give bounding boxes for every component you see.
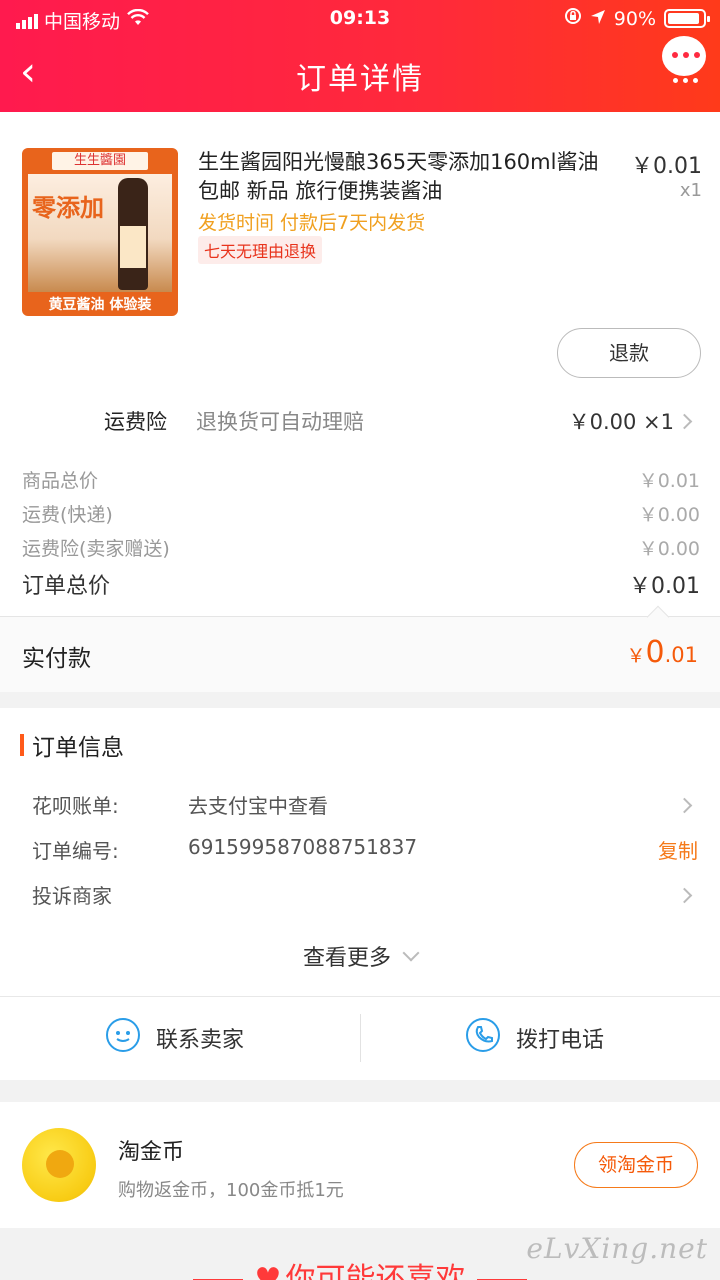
chevron-right-icon [676,797,693,814]
paid-row: 实付款 ￥0.01 [0,616,720,692]
thumb-headline: 零添加 [32,194,104,222]
product-price: ￥0.01 [631,154,702,179]
call-phone-button[interactable]: 拨打电话 [360,996,720,1080]
header-bar: 中国移动 09:13 90% ‹ 订单详情 [0,0,720,112]
order-total-amount: ￥0.01 [629,574,700,599]
paid-amount: ￥0.01 [626,635,698,670]
summary-row: 运费(快递) ￥0.00 [22,504,700,526]
insurance-desc: 退换货可自动理赔 [196,410,364,434]
chevron-right-icon [676,413,693,430]
summary-row: 运费险(卖家赠送) ￥0.00 [22,538,700,560]
order-info-card: 订单信息 花呗账单: 去支付宝中查看 订单编号: 691599587088751… [0,708,720,1080]
complain-seller-row[interactable]: 投诉商家 [32,880,700,912]
product-image[interactable]: 生生醬園 零添加 黄豆酱油 体验装 [22,148,178,316]
heart-icon: ♥ [254,1262,282,1280]
chat-bubble-icon[interactable] [662,36,706,76]
watermark: eLvXing.net [526,1232,708,1265]
battery-icon [664,9,710,28]
location-icon [590,8,606,30]
huabei-bill-row[interactable]: 花呗账单: 去支付宝中查看 [32,790,700,822]
thumb-brand: 生生醬園 [52,152,148,170]
summary-row: 商品总价 ￥0.01 [22,470,700,492]
rotation-lock-icon [564,7,582,30]
chevron-right-icon [676,887,693,904]
order-info-title: 订单信息 [32,735,124,761]
order-number: 691599587088751837 [188,835,418,859]
contact-seller-button[interactable]: 联系卖家 [0,996,360,1080]
coin-title: 淘金币 [118,1140,185,1165]
taojinbi-card: 淘金币 购物返金币，100金币抵1元 领淘金币 [0,1102,720,1228]
product-quantity: x1 [679,180,702,201]
battery-percent: 90% [613,7,656,30]
thumb-caption: 黄豆酱油 体验装 [48,297,152,313]
coin-subtitle: 购物返金币，100金币抵1元 [118,1180,344,1201]
more-icon[interactable] [673,78,698,83]
order-product-card: 生生醬園 零添加 黄豆酱油 体验装 生生酱园阳光慢酿365天零添加160ml酱油… [0,112,720,692]
paid-label: 实付款 [22,646,91,672]
insurance-label: 运费险 [104,410,167,434]
order-total-label: 订单总价 [22,574,111,599]
ship-time: 发货时间 付款后7天内发货 [198,212,426,234]
view-more-button[interactable]: 查看更多 [0,940,720,972]
chevron-down-icon [402,944,420,962]
insurance-price: ￥0.00 ×1 [568,410,674,434]
refund-button[interactable]: 退款 [557,328,701,378]
copy-button[interactable]: 复制 [658,835,698,864]
product-title[interactable]: 生生酱园阳光慢酿365天零添加160ml酱油包邮 新品 旅行便携装酱油 [198,148,610,206]
claim-coins-button[interactable]: 领淘金币 [574,1142,698,1188]
order-total-row: 订单总价 ￥0.01 [22,568,700,599]
shipping-insurance-row[interactable]: 运费险 退换货可自动理赔 ￥0.00 ×1 [0,398,720,442]
status-bar: 中国移动 09:13 90% [0,0,720,38]
chat-face-icon [106,1018,140,1052]
order-number-row: 订单编号: 691599587088751837 复制 [32,835,698,864]
phone-icon [466,1018,500,1052]
page-title: 订单详情 [296,62,424,97]
gold-coin-icon [22,1128,96,1202]
return-policy-badge: 七天无理由退换 [198,236,323,264]
